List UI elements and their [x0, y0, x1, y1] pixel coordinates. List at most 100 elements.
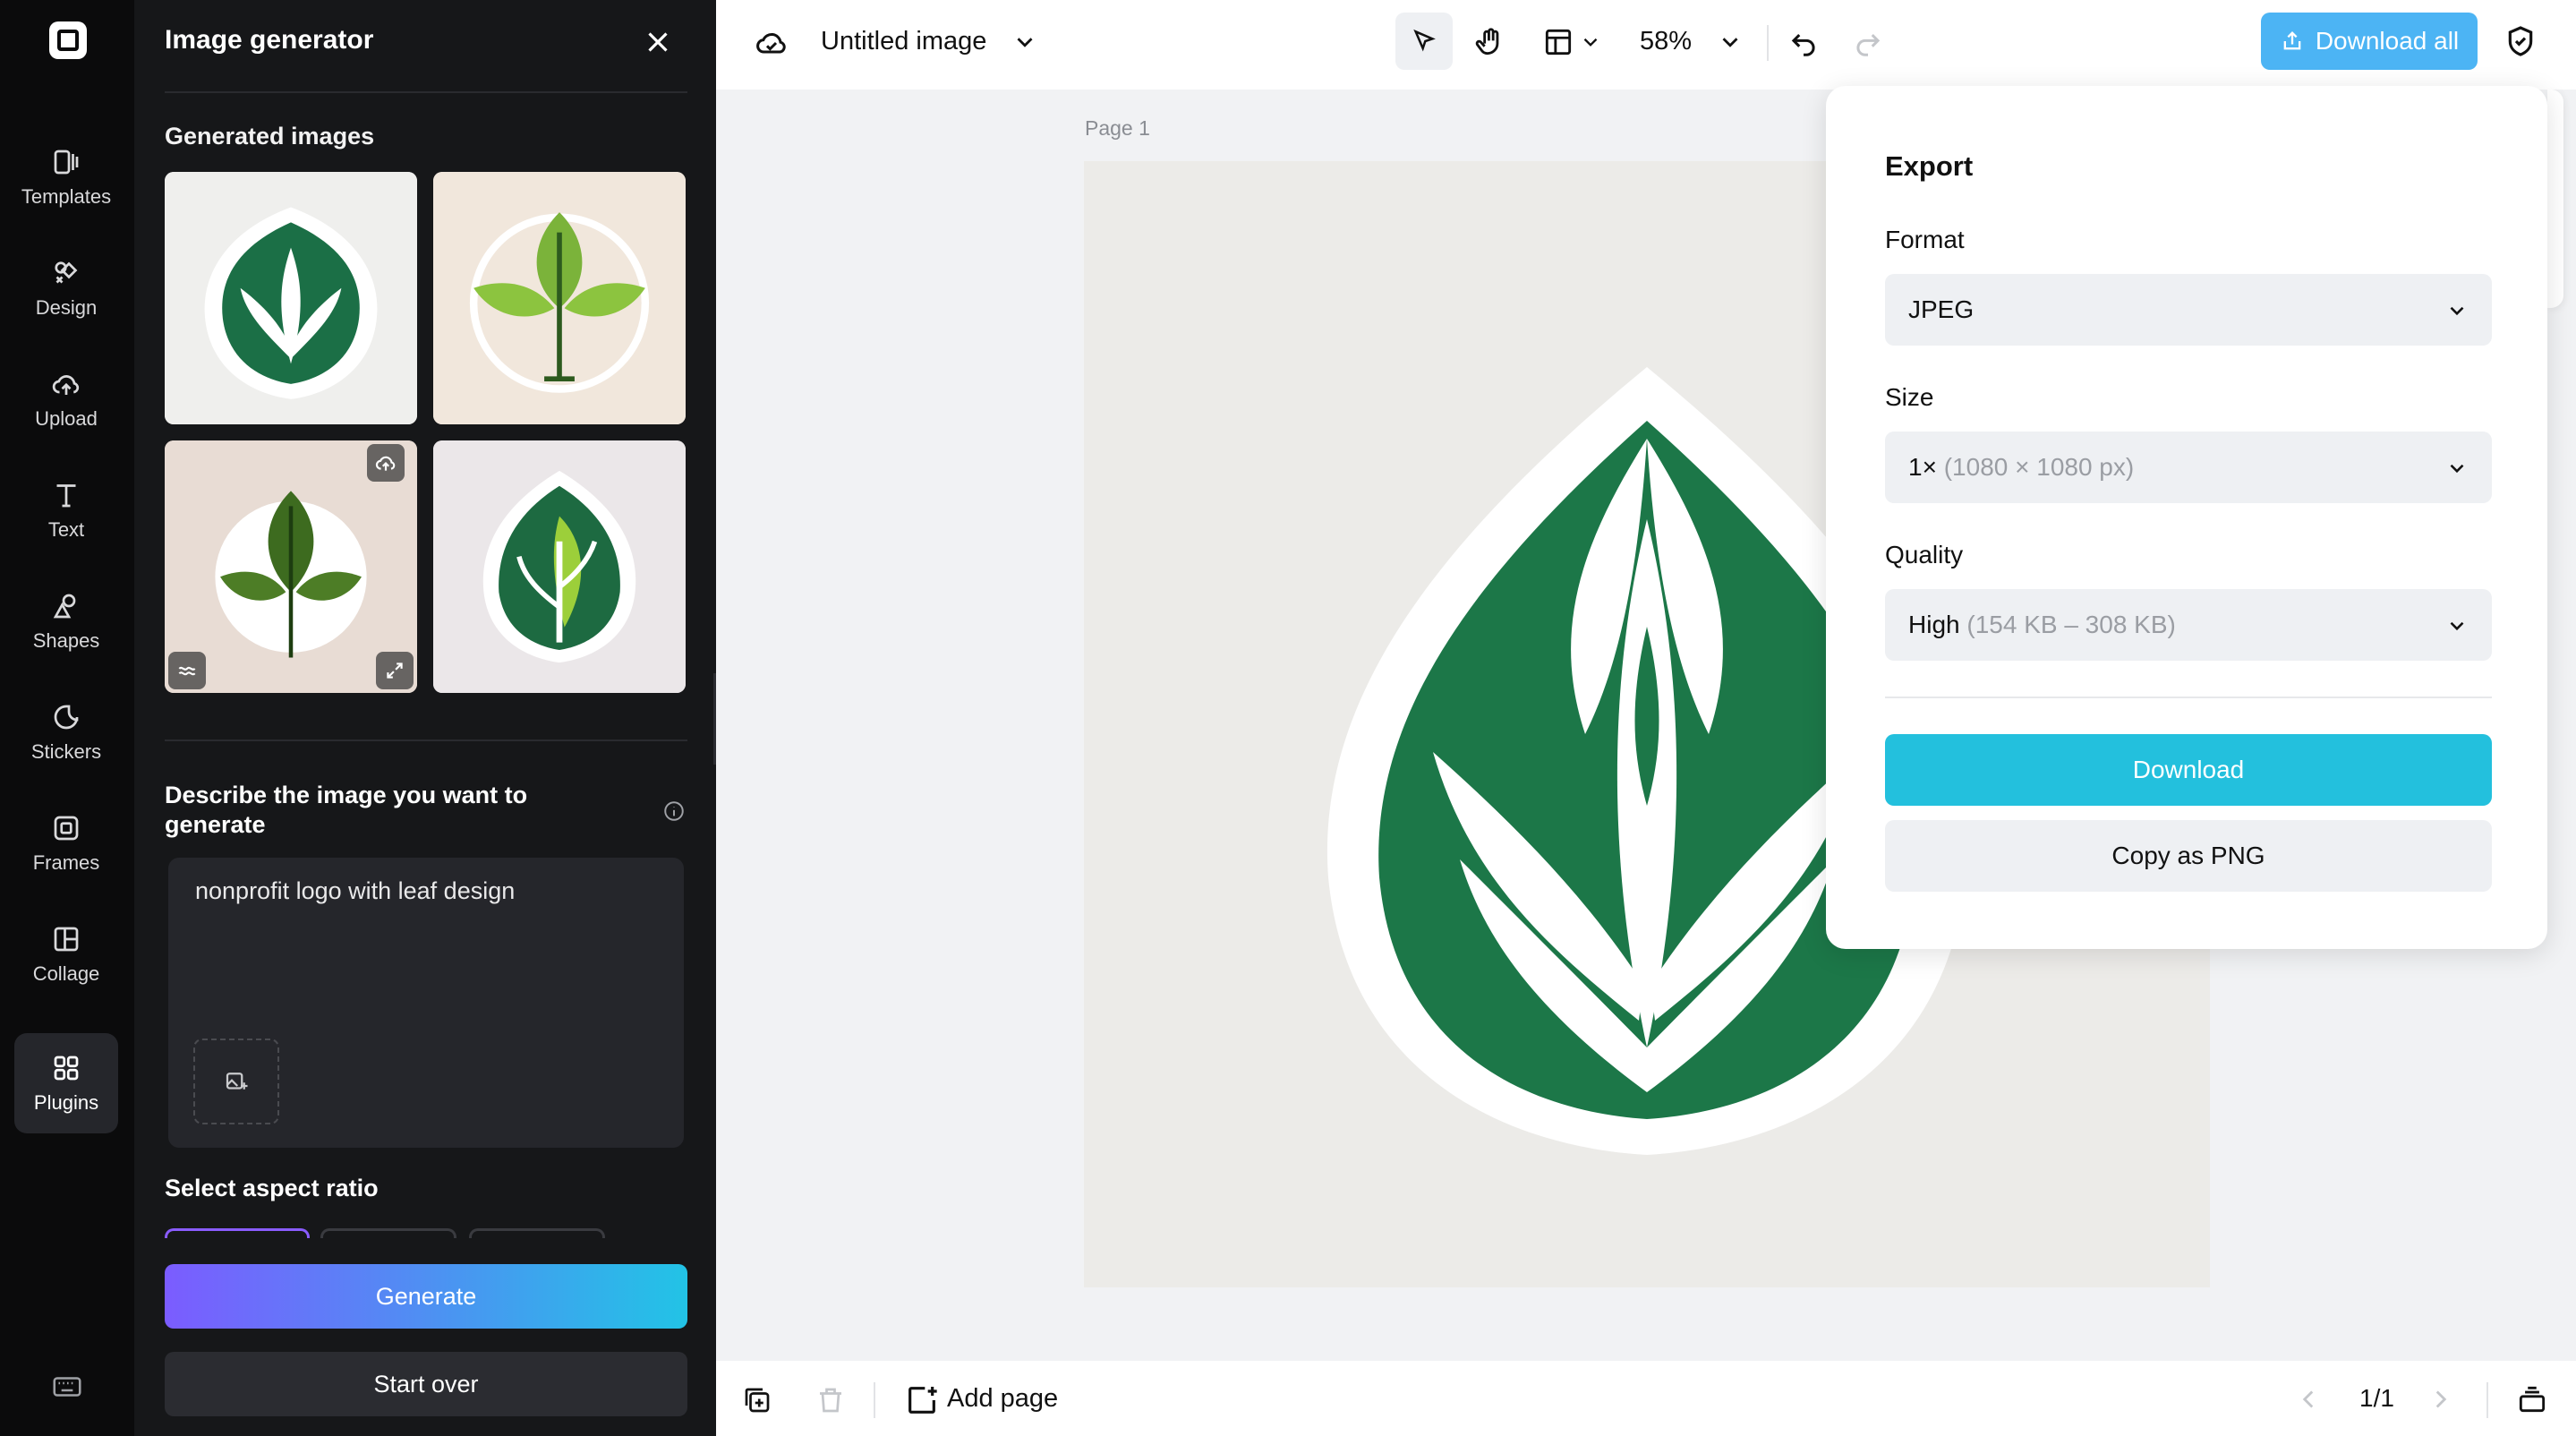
rail-item-design[interactable]: Design: [14, 238, 118, 338]
hand-icon[interactable]: [1473, 25, 1507, 59]
chevron-down-icon[interactable]: [1579, 30, 1602, 54]
text-icon: [56, 484, 76, 508]
size-select[interactable]: 1× (1080 × 1080 px): [1885, 432, 2492, 503]
size-value: 1× (1080 × 1080 px): [1908, 453, 2134, 482]
download-all-button[interactable]: Download all: [2261, 13, 2478, 70]
share-upload-icon: [2283, 31, 2301, 50]
app-logo-icon[interactable]: [49, 21, 87, 59]
rail-item-frames[interactable]: Frames: [14, 793, 118, 893]
rail-item-stickers[interactable]: Stickers: [14, 682, 118, 782]
format-label: Format: [1885, 226, 1965, 253]
add-page-icon[interactable]: [904, 1382, 940, 1418]
leaf-logo-image: [433, 440, 686, 693]
rail-label: Collage: [32, 962, 100, 985]
start-over-button[interactable]: Start over: [165, 1352, 687, 1416]
keyboard-shortcuts-icon[interactable]: [50, 1370, 84, 1404]
aspect-ratio-label: Select aspect ratio: [165, 1175, 379, 1201]
divider: [1767, 25, 1769, 61]
generated-image-4[interactable]: [433, 440, 686, 693]
leaf-logo-image: [433, 172, 686, 424]
download-all-label: Download all: [2315, 27, 2460, 55]
cloud-sync-icon[interactable]: [754, 25, 789, 61]
plugins-icon: [54, 1056, 79, 1081]
add-reference-image-button[interactable]: [193, 1039, 279, 1124]
undo-icon[interactable]: [1787, 25, 1821, 59]
divider: [165, 739, 687, 741]
aspect-option[interactable]: [469, 1228, 605, 1238]
prompt-textarea[interactable]: nonprofit logo with leaf design: [168, 858, 684, 1148]
info-icon[interactable]: [662, 799, 686, 823]
frames-icon: [54, 816, 79, 841]
divider: [1885, 697, 2492, 698]
bottom-toolbar: Add page 1/1: [716, 1361, 2576, 1436]
copy-as-png-button[interactable]: Copy as PNG: [1885, 820, 2492, 892]
quality-select[interactable]: High (154 KB – 308 KB): [1885, 589, 2492, 661]
rail-label: Upload: [35, 407, 98, 430]
stickers-icon: [54, 705, 79, 730]
left-rail: Templates Design Upload Text Shapes Stic…: [0, 0, 134, 1436]
shapes-icon: [53, 594, 76, 619]
rail-item-text[interactable]: Text: [14, 460, 118, 560]
chevron-down-icon[interactable]: [1011, 29, 1038, 56]
generate-button[interactable]: Generate: [165, 1264, 687, 1329]
divider: [874, 1382, 875, 1418]
divider: [2486, 1382, 2488, 1418]
size-detail: (1080 × 1080 px): [1943, 453, 2135, 481]
variations-button[interactable]: [168, 652, 206, 689]
cursor-icon: [1413, 29, 1436, 52]
shield-check-icon[interactable]: [2503, 23, 2538, 59]
add-image-icon: [226, 1073, 248, 1090]
side-panel-edge: [2547, 90, 2563, 308]
upload-cloud-icon: [375, 456, 396, 471]
close-icon[interactable]: [641, 25, 675, 59]
export-title: Export: [1885, 150, 1974, 182]
quality-label: Quality: [1885, 541, 1964, 568]
chevron-down-icon[interactable]: [1717, 29, 1744, 56]
document-title[interactable]: Untitled image: [821, 27, 986, 56]
generated-image-2[interactable]: [433, 172, 686, 424]
format-value: JPEG: [1908, 295, 1975, 323]
rail-label: Shapes: [32, 629, 100, 652]
generated-image-3[interactable]: [165, 440, 417, 693]
rail-label: Text: [47, 518, 85, 541]
rail-item-plugins[interactable]: Plugins: [14, 1033, 118, 1133]
collage-icon: [54, 927, 79, 952]
chevron-left-icon[interactable]: [2293, 1384, 2324, 1415]
pages-panel-icon[interactable]: [2515, 1382, 2549, 1416]
generated-images-label: Generated images: [165, 123, 375, 150]
size-multiplier: 1×: [1908, 453, 1937, 481]
chevron-down-icon: [2450, 464, 2464, 474]
prompt-text: nonprofit logo with leaf design: [195, 877, 516, 904]
export-popover: Export Format JPEG Size 1× (1080 × 1080 …: [1826, 86, 2547, 949]
generated-image-1[interactable]: [165, 172, 417, 424]
format-select[interactable]: JPEG: [1885, 274, 2492, 346]
size-label: Size: [1885, 383, 1934, 411]
design-icon: [55, 261, 78, 284]
rail-item-upload[interactable]: Upload: [14, 349, 118, 449]
redo-icon[interactable]: [1851, 25, 1885, 59]
panel-title: Image generator: [165, 25, 374, 55]
download-button[interactable]: Download: [1885, 734, 2492, 806]
upload-cloud-icon: [52, 375, 80, 395]
upload-image-button[interactable]: [367, 444, 405, 482]
quality-value: High (154 KB – 308 KB): [1908, 611, 2176, 639]
rail-item-collage[interactable]: Collage: [14, 904, 118, 1004]
aspect-option[interactable]: [320, 1228, 456, 1238]
aspect-option-selected[interactable]: [165, 1228, 310, 1238]
page-counter: 1/1: [2359, 1384, 2394, 1412]
rail-label: Plugins: [33, 1091, 99, 1114]
select-tool-button[interactable]: [1395, 13, 1453, 70]
chevron-right-icon[interactable]: [2426, 1384, 2456, 1415]
trash-icon[interactable]: [815, 1384, 847, 1416]
duplicate-page-icon[interactable]: [741, 1384, 773, 1416]
rail-item-templates[interactable]: Templates: [14, 127, 118, 227]
rail-item-shapes[interactable]: Shapes: [14, 571, 118, 671]
add-page-button[interactable]: Add page: [947, 1384, 1058, 1414]
prompt-label: Describe the image you want to generate: [165, 782, 528, 838]
zoom-level[interactable]: 58%: [1640, 27, 1692, 56]
expand-button[interactable]: [376, 652, 414, 689]
layout-icon[interactable]: [1541, 25, 1575, 59]
chevron-down-icon: [2450, 306, 2464, 316]
quality-detail: (154 KB – 308 KB): [1966, 611, 2176, 638]
rail-label: Templates: [21, 185, 112, 208]
